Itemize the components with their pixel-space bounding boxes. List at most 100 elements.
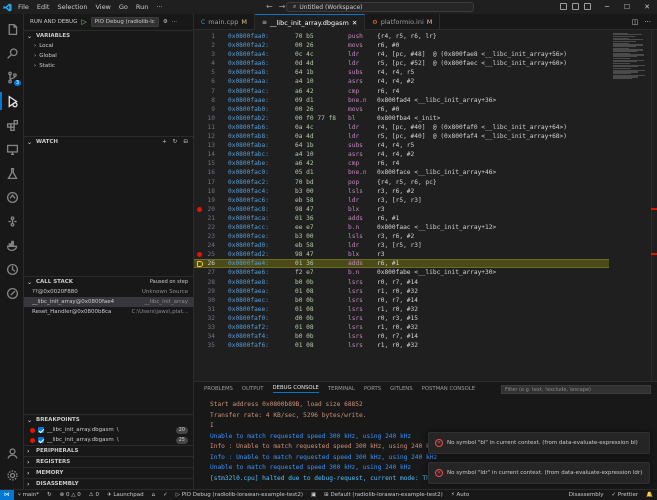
maximize-icon[interactable]: ☐: [617, 0, 637, 14]
folder-icon[interactable]: ▣: [307, 490, 320, 500]
breakpoints-section-header[interactable]: ⌄ BREAKPOINTS: [24, 414, 194, 425]
launchpad-item[interactable]: ✈ Launchpad: [103, 490, 148, 500]
code-line[interactable]: 13 0x0800faba: 64 1b subs r4, r4, r5: [194, 141, 609, 150]
toggle-panel-icon[interactable]: [572, 3, 579, 10]
forward-arrow-icon[interactable]: →: [279, 2, 286, 11]
tab-libc-init-array[interactable]: ≡ __libc_init_array.dbgasm ✕: [254, 14, 366, 30]
problems-indicator[interactable]: ⊗ 0 △ 0: [56, 490, 85, 500]
branch-indicator[interactable]: ⑂ main*: [14, 490, 44, 500]
testing-icon[interactable]: [3, 164, 21, 182]
debug-config-select[interactable]: PIO Debug (radiolib-lc: [90, 17, 159, 27]
tab-debug-console[interactable]: DEBUG CONSOLE: [272, 385, 319, 393]
error-notification[interactable]: ✕ No symbol "ldr" in current context. (f…: [428, 462, 650, 484]
tab-problems[interactable]: PROBLEMS: [204, 386, 233, 392]
disassembly-section-header[interactable]: › DISASSEMBLY: [24, 478, 194, 489]
code-line[interactable]: 7 0x0800faac: a6 42 cmp r6, r4: [194, 87, 609, 96]
menu-file[interactable]: File: [14, 0, 33, 14]
menu-selection[interactable]: Selection: [53, 0, 91, 14]
code-line[interactable]: 30 0x0800faec: b0 0b lsrs r0, r7, #14: [194, 296, 609, 305]
extensions-icon[interactable]: [3, 116, 21, 134]
platformio-icon[interactable]: [3, 188, 21, 206]
add-expression-icon[interactable]: +: [162, 139, 167, 145]
menu-view[interactable]: View: [91, 0, 114, 14]
code-line[interactable]: 22 0x0800facc: ee e7 b.n 0x800faac <__libc_i…: [194, 223, 609, 232]
tab-ports[interactable]: PORTS: [364, 386, 381, 392]
code-line[interactable]: 16 0x0800fac0: 05 d1 bne.n 0x800face <__libc…: [194, 168, 609, 177]
settings-gear-icon[interactable]: [3, 466, 21, 484]
code-line[interactable]: 29 0x0800faea: 01 08 lsrs r1, r0, #32: [194, 287, 609, 296]
code-line[interactable]: 14 0x0800fabc: a4 10 asrs r4, r4, #2: [194, 150, 609, 159]
tab-terminal[interactable]: TERMINAL: [328, 386, 355, 392]
breakpoint-item[interactable]: __libc_init_array.dbgasm \ 20: [24, 425, 194, 435]
prettier-indicator[interactable]: ✓ Prettier: [608, 490, 643, 500]
error-notification[interactable]: ✕ No symbol "bl" in current context. (fr…: [428, 432, 650, 454]
registers-section-header[interactable]: › REGISTERS: [24, 456, 194, 467]
gitlens-icon[interactable]: [3, 212, 21, 230]
timeline-icon[interactable]: [3, 260, 21, 278]
collapse-all-icon[interactable]: ⊟: [183, 139, 188, 145]
disassembly-mode[interactable]: Disassembly: [565, 490, 608, 500]
disassembly-editor[interactable]: 1 0x0800faa0: 70 b5 push {r4, r5, r6, lr} 2 0x…: [194, 30, 657, 381]
code-line[interactable]: 1 0x0800faa0: 70 b5 push {r4, r5, r6, lr}: [194, 32, 609, 41]
minimize-icon[interactable]: ─: [597, 0, 617, 14]
code-line[interactable]: 23 0x0800face: b3 00 lsls r3, r6, #2: [194, 232, 609, 241]
code-line[interactable]: 12 0x0800fab8: 0a 4d ldr r5, [pc, #40] @ (0x…: [194, 132, 609, 141]
code-line[interactable]: 25 0x0800fad2: 98 47 blx r3: [194, 250, 609, 259]
variables-local[interactable]: › Local: [24, 41, 193, 51]
remote-explorer-icon[interactable]: [3, 140, 21, 158]
peripherals-section-header[interactable]: › PERIPHERALS: [24, 445, 194, 456]
code-line[interactable]: 10 0x0800fab2: 00 f0 77 f8 bl 0x800fba4 <_in…: [194, 114, 609, 123]
code-line[interactable]: 11 0x0800fab6: 0a 4c ldr r4, [pc, #40] @ (0x…: [194, 123, 609, 132]
home-icon[interactable]: ⌂: [148, 490, 160, 500]
remote-indicator-icon[interactable]: ⋈: [0, 489, 14, 500]
code-line[interactable]: 9 0x0800fab0: 00 26 movs r6, #0: [194, 105, 609, 114]
gear-icon[interactable]: ⚙: [163, 19, 168, 25]
warnings-indicator[interactable]: ⚠ 0: [85, 490, 103, 500]
more-actions-icon[interactable]: ···: [172, 19, 177, 25]
refresh-icon[interactable]: ↻: [173, 139, 178, 145]
code-line[interactable]: 24 0x0800fad0: eb 58 ldr r3, [r5, r3]: [194, 241, 609, 250]
search-icon[interactable]: [3, 44, 21, 62]
code-line[interactable]: 27 0x0800fae6: f2 e7 b.n 0x800fabe <__libc_i…: [194, 268, 609, 277]
close-icon[interactable]: ✕: [637, 0, 657, 14]
variables-static[interactable]: › Static: [24, 61, 193, 71]
menu-more[interactable]: ···: [152, 0, 166, 14]
call-stack-section-header[interactable]: ⌄ CALL STACK Paused on step: [24, 276, 194, 287]
editor-scrollbar[interactable]: [651, 30, 657, 381]
debug-session-item[interactable]: ▷ PIO Debug (radiolib-lorawan-example-te…: [172, 490, 307, 500]
code-line[interactable]: 35 0x0800faf6: 01 08 lsrs r1, r0, #32: [194, 341, 609, 350]
variables-global[interactable]: › Global: [24, 51, 193, 61]
code-line[interactable]: 8 0x0800faae: 09 d1 bne.n 0x800fad4 <__libc_…: [194, 96, 609, 105]
tab-main-cpp[interactable]: C main.cpp M: [194, 14, 255, 30]
breakpoint-checkbox[interactable]: [38, 437, 44, 443]
split-editor-icon[interactable]: ◫: [632, 18, 639, 26]
menu-go[interactable]: Go: [115, 0, 132, 14]
call-stack-frame[interactable]: ??@0x0020F880 Unknown Source: [24, 287, 194, 297]
code-line[interactable]: 21 0x0800faca: 01 36 adds r6, #1: [194, 214, 609, 223]
watch-section-header[interactable]: ⌄ WATCH + ↻ ⊟: [24, 136, 194, 147]
notifications-bell-icon[interactable]: 🔔: [642, 490, 657, 500]
environment-item[interactable]: ⊞ Default (radiolib-lorawan-example-test…: [320, 490, 447, 500]
check-icon[interactable]: ✓: [159, 490, 172, 500]
tab-postman-console[interactable]: POSTMAN CONSOLE: [422, 386, 475, 392]
code-line[interactable]: 3 0x0800faa4: 0c 4c ldr r4, [pc, #48] @ (0x8…: [194, 50, 609, 59]
code-line[interactable]: 31 0x0800faee: 01 08 lsrs r1, r0, #32: [194, 305, 609, 314]
code-line[interactable]: 2 0x0800faa2: 00 26 movs r6, #0: [194, 41, 609, 50]
close-tab-icon[interactable]: ✕: [352, 19, 357, 27]
menu-run[interactable]: Run: [132, 0, 152, 14]
more-actions-icon[interactable]: ···: [644, 18, 651, 26]
run-debug-icon[interactable]: [0, 92, 21, 110]
explorer-icon[interactable]: [3, 20, 21, 38]
code-line[interactable]: 33 0x0800faf2: 01 08 lsrs r1, r0, #32: [194, 323, 609, 332]
code-line[interactable]: 15 0x0800fabe: a6 42 cmp r6, r4: [194, 159, 609, 168]
sync-icon[interactable]: ↻: [43, 490, 56, 500]
variables-section-header[interactable]: ⌄ VARIABLES: [24, 30, 193, 41]
start-debugging-icon[interactable]: ▷: [81, 18, 86, 26]
call-stack-frame[interactable]: Reset_Handler@0x0800b8ca C:\Users\jaws\.…: [24, 307, 194, 317]
command-center[interactable]: ⌕ Untitled (Workspace): [286, 2, 474, 12]
tab-gitlens[interactable]: GITLENS: [390, 386, 413, 392]
postman-icon[interactable]: [3, 284, 21, 302]
code-line[interactable]: 26 0x0800fae4: 01 36 adds r6, #1: [194, 259, 609, 269]
back-arrow-icon[interactable]: ←: [266, 2, 273, 11]
toggle-sidebar-icon[interactable]: [560, 3, 567, 10]
